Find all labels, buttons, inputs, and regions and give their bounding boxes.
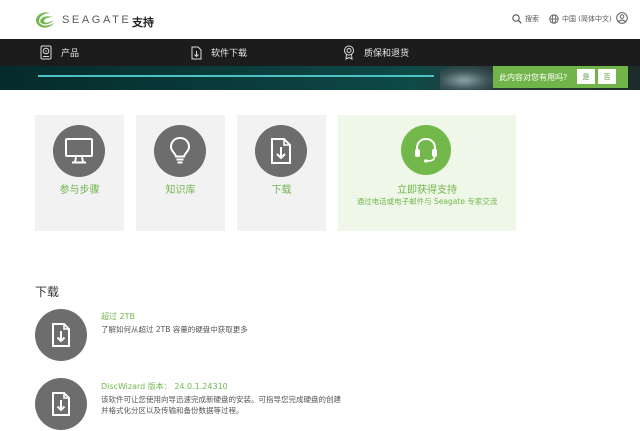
- download-file-icon: [191, 46, 202, 59]
- download-file-icon: [271, 138, 291, 164]
- download-item-title-link[interactable]: 超过 2TB: [101, 311, 135, 322]
- download-file-icon: [52, 392, 70, 416]
- banner-accent-line: [38, 75, 434, 77]
- download-item-description: 该软件可让您使用向导迅速完成新硬盘的安装。可指导您完成硬盘的创建并格式化分区以及…: [101, 395, 341, 415]
- card-icon-circle: [401, 125, 451, 175]
- card-get-support-now[interactable]: 立即获得支持 通过电话或电子邮件与 Seagate 专家交流: [338, 115, 516, 231]
- site-header: SEAGATE 支持 搜索 中国 (简体中文): [0, 0, 640, 39]
- feedback-yes-button[interactable]: 是: [577, 69, 595, 84]
- card-subtitle: 通过电话或电子邮件与 Seagate 专家交流: [356, 197, 498, 206]
- download-item-description: 了解如何从超过 2TB 容量的硬盘中获取更多: [101, 325, 248, 334]
- logo-text: SEAGATE: [62, 14, 132, 26]
- nav-item-warranty[interactable]: 质保和退货: [343, 39, 409, 66]
- card-icon-circle: [255, 125, 307, 177]
- seagate-logo[interactable]: SEAGATE: [34, 9, 131, 31]
- feedback-no-button[interactable]: 否: [598, 69, 616, 84]
- search-button[interactable]: 搜索: [512, 14, 539, 24]
- page-title: 支持: [132, 16, 154, 29]
- nav-label-software-downloads: 软件下载: [211, 49, 248, 59]
- card-knowledge-base[interactable]: 知识库: [136, 115, 225, 231]
- card-getting-started[interactable]: 参与步骤: [35, 115, 124, 231]
- download-item-icon[interactable]: [35, 309, 87, 361]
- card-label: 下载: [271, 185, 292, 196]
- feedback-question: 此内容对您有用吗?: [499, 72, 568, 82]
- user-icon: [616, 12, 628, 24]
- language-selector[interactable]: 中国 (简体中文): [549, 14, 612, 24]
- download-item-title-link[interactable]: DiscWizard 版本： 24.0.1.24310: [101, 381, 228, 392]
- monitor-icon: [65, 138, 93, 164]
- headset-icon: [415, 137, 437, 163]
- nav-item-products[interactable]: 产品: [40, 39, 79, 66]
- hard-drive-icon: [40, 45, 52, 60]
- banner-cable-image: [440, 66, 500, 90]
- globe-icon: [549, 14, 559, 24]
- download-item-icon[interactable]: [35, 378, 87, 430]
- nav-item-software-downloads[interactable]: 软件下载: [191, 39, 247, 66]
- nav-label-warranty: 质保和退货: [364, 49, 410, 59]
- language-label: 中国 (简体中文): [562, 15, 612, 23]
- card-label: 立即获得支持: [397, 185, 457, 196]
- card-label: 参与步骤: [59, 185, 100, 196]
- card-label: 知识库: [165, 185, 196, 196]
- feedback-box: 此内容对您有用吗? 是 否: [493, 66, 628, 88]
- nav-label-products: 产品: [61, 49, 80, 59]
- main-nav: 产品 软件下载 质保和退货: [0, 39, 640, 66]
- card-downloads[interactable]: 下载: [237, 115, 326, 231]
- seagate-logo-icon: [36, 12, 54, 28]
- lightbulb-icon: [169, 136, 191, 164]
- card-icon-circle: [53, 125, 105, 177]
- warranty-badge-icon: [344, 45, 354, 60]
- downloads-section-title: 下载: [35, 285, 60, 299]
- account-button[interactable]: [616, 12, 631, 24]
- hero-banner: 此内容对您有用吗? 是 否: [0, 66, 640, 90]
- search-icon: [512, 14, 522, 24]
- search-label: 搜索: [525, 15, 539, 23]
- card-icon-circle: [154, 125, 206, 177]
- download-file-icon: [52, 323, 70, 347]
